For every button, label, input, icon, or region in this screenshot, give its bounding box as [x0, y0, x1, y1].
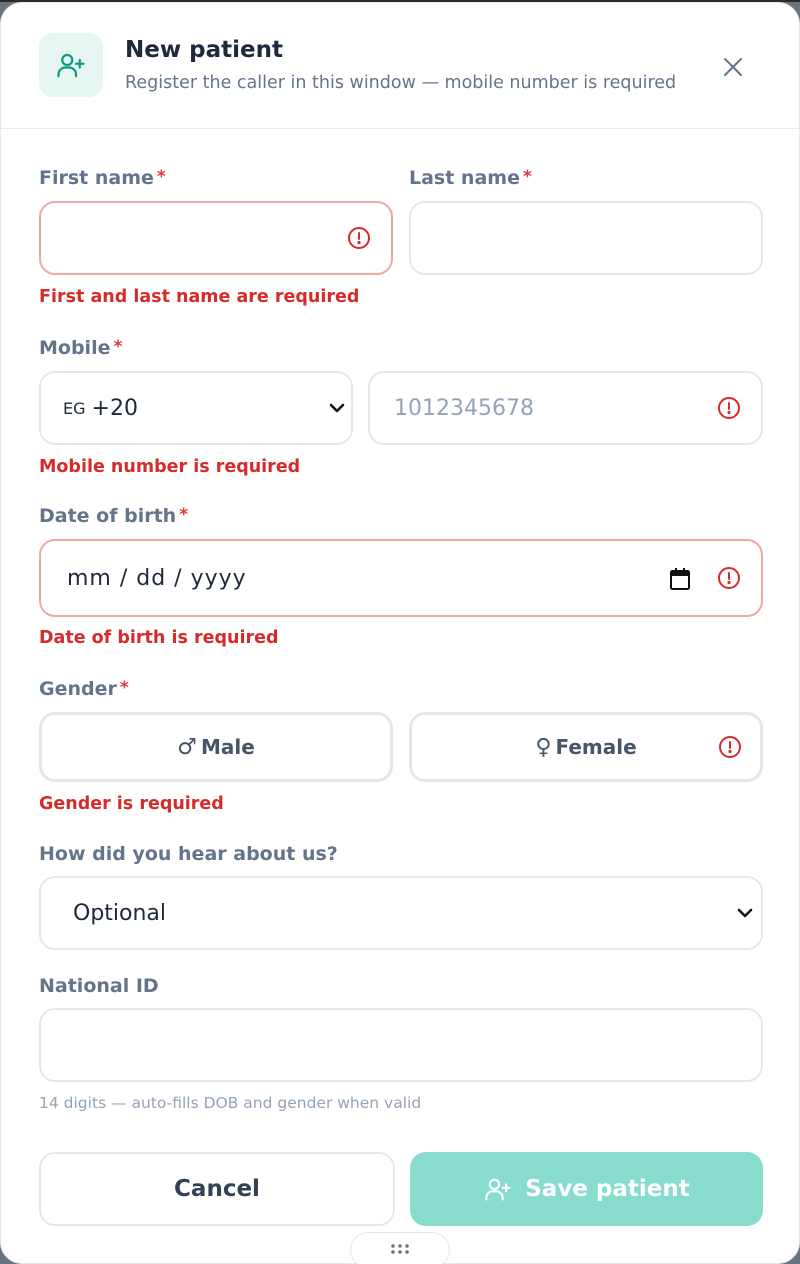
referral-label: How did you hear about us? [39, 843, 338, 865]
dob-placeholder: mm / dd / yyyy [67, 565, 247, 591]
referral-selected-value: Optional [73, 900, 167, 926]
last-name-field[interactable] [409, 201, 763, 275]
national-id-field[interactable] [39, 1008, 763, 1082]
error-icon [718, 397, 740, 419]
last-name-input[interactable] [411, 203, 761, 273]
resize-grip-handle[interactable] [350, 1232, 450, 1264]
mobile-label: Mobile * [39, 337, 122, 359]
mobile-number-field[interactable] [368, 371, 763, 445]
dialog-header: New patient Register the caller in this … [1, 3, 799, 129]
error-icon [348, 227, 370, 249]
country-code: EG [63, 398, 86, 418]
gender-male-button[interactable]: ♂ Male [39, 712, 393, 782]
last-name-label: Last name * [409, 167, 532, 189]
error-icon [718, 567, 740, 589]
first-name-input[interactable] [41, 203, 391, 273]
female-icon: ♀ [535, 734, 552, 760]
new-patient-dialog: New patient Register the caller in this … [0, 2, 800, 1264]
referral-select[interactable]: Optional [39, 876, 763, 950]
dialog-title: New patient [125, 37, 283, 63]
national-id-input[interactable] [41, 1010, 761, 1080]
gender-label-text: Gender [39, 678, 117, 700]
dialog-subtitle: Register the caller in this window — mob… [125, 73, 677, 93]
calendar-icon[interactable] [669, 567, 691, 591]
mobile-number-input[interactable] [370, 373, 761, 443]
first-name-label: First name * [39, 167, 166, 189]
gender-male-label: Male [200, 735, 255, 759]
save-patient-button[interactable]: Save patient [410, 1152, 763, 1226]
gender-female-button[interactable]: ♀ Female [409, 712, 763, 782]
dob-error-message: Date of birth is required [39, 628, 279, 648]
national-id-hint: 14 digits — auto-fills DOB and gender wh… [39, 1094, 422, 1112]
dial-code: +20 [91, 395, 138, 421]
male-icon: ♂ [177, 734, 197, 760]
last-name-label-text: Last name [409, 167, 520, 189]
close-icon [724, 58, 742, 76]
grip-dots-icon [391, 1244, 409, 1254]
required-marker: * [119, 678, 129, 698]
chevron-down-icon [329, 403, 345, 413]
first-name-label-text: First name [39, 167, 154, 189]
gender-female-label: Female [555, 735, 637, 759]
gender-label: Gender * [39, 678, 129, 700]
mobile-error-message: Mobile number is required [39, 457, 301, 477]
required-marker: * [522, 167, 532, 187]
dob-label-text: Date of birth [39, 505, 177, 527]
first-name-field[interactable] [39, 201, 393, 275]
required-marker: * [179, 505, 189, 525]
mobile-label-text: Mobile [39, 337, 111, 359]
country-code-select[interactable]: EG +20 [39, 371, 353, 445]
dob-label: Date of birth * [39, 505, 188, 527]
user-plus-icon [485, 1178, 511, 1201]
dob-field[interactable]: mm / dd / yyyy [39, 539, 763, 617]
error-icon [719, 736, 741, 758]
cancel-button[interactable]: Cancel [39, 1152, 395, 1226]
gender-error-message: Gender is required [39, 794, 224, 814]
country-code-value: EG +20 [63, 373, 138, 443]
save-button-label: Save patient [525, 1176, 690, 1202]
required-marker: * [113, 337, 123, 357]
chevron-down-icon [737, 908, 753, 918]
name-error-message: First and last name are required [39, 287, 360, 307]
national-id-label: National ID [39, 975, 159, 997]
close-button[interactable] [715, 49, 751, 85]
required-marker: * [156, 167, 166, 187]
cancel-button-label: Cancel [174, 1176, 260, 1202]
user-plus-icon [39, 33, 103, 97]
